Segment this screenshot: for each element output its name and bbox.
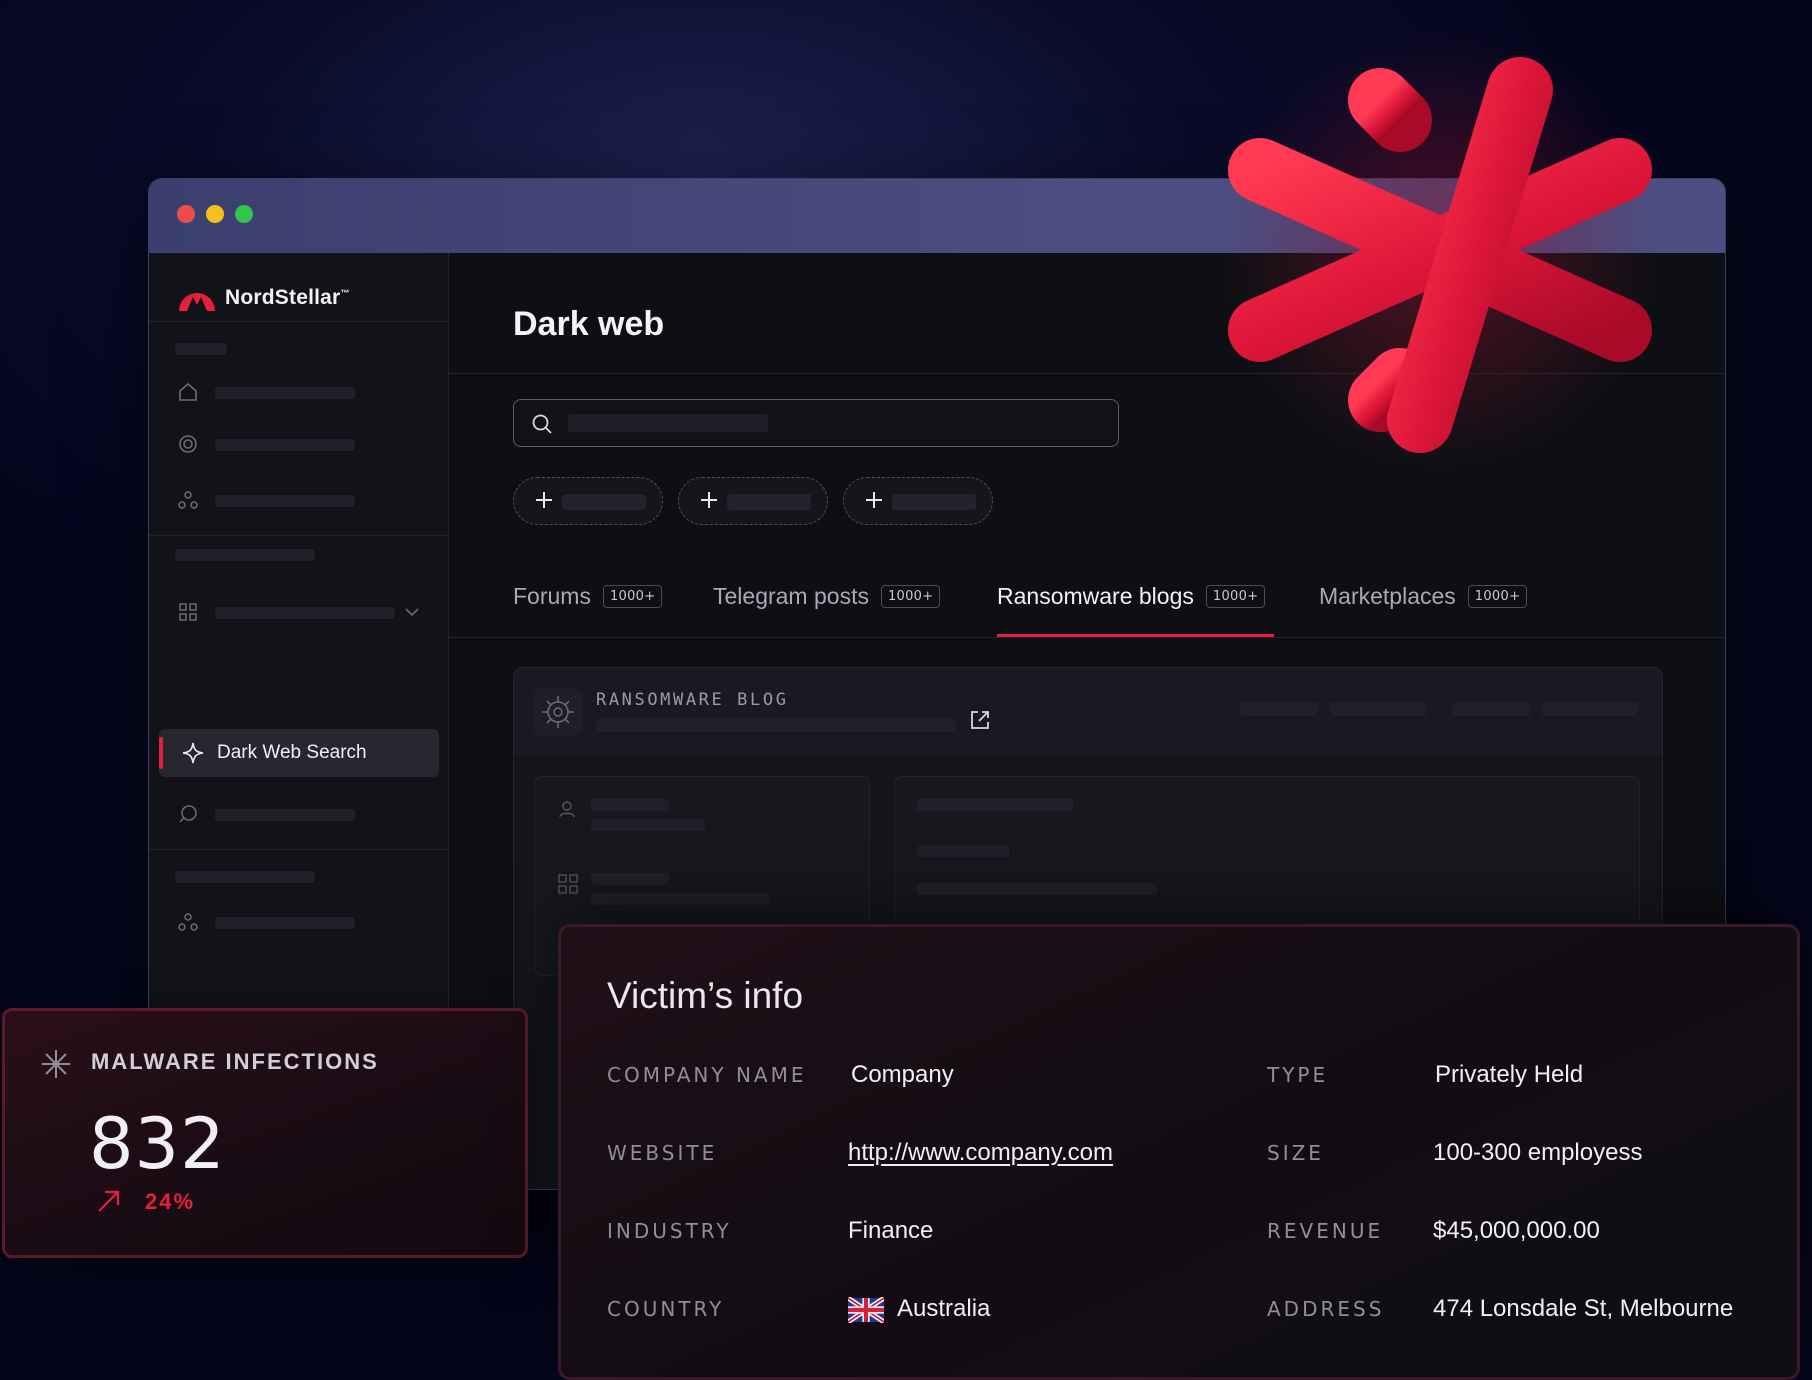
virus-icon xyxy=(534,688,582,736)
chip-placeholder xyxy=(562,494,646,510)
meta-placeholder xyxy=(1330,702,1426,716)
sidebar-section-placeholder xyxy=(175,343,227,355)
search-icon xyxy=(532,414,552,434)
card-header: RANSOMWARE BLOG xyxy=(514,668,1662,756)
website-link[interactable]: http://www.company.com xyxy=(848,1139,1113,1167)
chip-placeholder xyxy=(892,494,976,510)
union-jack-flag-icon xyxy=(848,1297,884,1323)
page-title: Dark web xyxy=(513,305,665,343)
blog-url-placeholder xyxy=(596,718,956,732)
text-placeholder xyxy=(591,893,769,905)
brand-name: NordStellar™ xyxy=(225,286,350,309)
nodes-icon xyxy=(178,491,198,509)
industry-value: Finance xyxy=(848,1217,934,1244)
text-placeholder xyxy=(591,873,669,885)
plus-icon xyxy=(866,492,882,508)
user-icon xyxy=(559,801,575,818)
search-placeholder xyxy=(568,414,768,432)
sidebar-item-placeholder[interactable] xyxy=(215,495,355,507)
address-label: ADDRESS xyxy=(1267,1297,1385,1321)
card-title: MALWARE INFECTIONS xyxy=(91,1049,379,1074)
search-chat-icon xyxy=(179,805,197,823)
brand-logo[interactable]: NordStellar™ xyxy=(177,281,350,315)
count-badge: 1000+ xyxy=(1205,585,1266,608)
nordstellar-logo-icon xyxy=(179,293,215,311)
tab-label: Telegram posts xyxy=(713,583,869,609)
tabs-divider xyxy=(449,637,1725,638)
plus-icon xyxy=(701,492,717,508)
grid-icon xyxy=(179,603,197,621)
change-percent: 24% xyxy=(145,1189,196,1214)
external-link-icon[interactable] xyxy=(968,708,992,732)
industry-label: INDUSTRY xyxy=(607,1219,732,1243)
sparkle-icon xyxy=(182,742,204,764)
type-value: Privately Held xyxy=(1435,1061,1584,1088)
country-value: Australia xyxy=(897,1295,991,1322)
count-badge: 1000+ xyxy=(1467,585,1528,608)
meta-placeholder xyxy=(1240,702,1318,716)
tab-telegram-posts[interactable]: Telegram posts 1000+ xyxy=(713,583,941,610)
tab-forums[interactable]: Forums 1000+ xyxy=(513,583,663,610)
infection-count: 832 xyxy=(89,1103,226,1185)
website-label: WEBSITE xyxy=(607,1141,718,1165)
card-title: Victim’s info xyxy=(607,975,804,1016)
target-icon xyxy=(179,435,197,453)
count-badge: 1000+ xyxy=(880,585,941,608)
card-type-label: RANSOMWARE BLOG xyxy=(596,690,789,710)
sidebar-item-placeholder[interactable] xyxy=(215,387,355,399)
count-badge: 1000+ xyxy=(602,585,663,608)
add-filter-chip[interactable] xyxy=(843,477,993,525)
add-filter-chip[interactable] xyxy=(678,477,828,525)
text-placeholder xyxy=(917,883,1157,895)
sidebar-divider xyxy=(149,321,448,322)
search-input[interactable] xyxy=(513,399,1119,447)
malware-infections-card: MALWARE INFECTIONS 832 24% xyxy=(2,1008,528,1258)
country-label: COUNTRY xyxy=(607,1297,725,1321)
address-value: 474 Lonsdale St, Melbourne xyxy=(1433,1295,1734,1322)
victim-info-card: Victim’s info COMPANY NAME Company TYPE … xyxy=(558,924,1800,1380)
tab-ransomware-blogs[interactable]: Ransomware blogs 1000+ xyxy=(997,583,1266,610)
sidebar-item-label: Dark Web Search xyxy=(217,742,367,763)
plus-icon xyxy=(536,492,552,508)
sidebar-divider xyxy=(149,535,448,536)
meta-placeholder xyxy=(1452,702,1530,716)
sidebar-item-placeholder[interactable] xyxy=(215,439,355,451)
revenue-label: REVENUE xyxy=(1267,1219,1384,1243)
close-window-button[interactable] xyxy=(177,205,195,223)
header-divider xyxy=(449,373,1725,374)
trend-up-arrow-icon xyxy=(98,1190,120,1212)
maximize-window-button[interactable] xyxy=(235,205,253,223)
title-bar xyxy=(149,179,1725,253)
add-filter-chip[interactable] xyxy=(513,477,663,525)
tab-label: Marketplaces xyxy=(1319,583,1456,609)
sidebar-item-placeholder[interactable] xyxy=(215,917,355,929)
tab-marketplaces[interactable]: Marketplaces 1000+ xyxy=(1319,583,1528,610)
text-placeholder xyxy=(917,799,1073,811)
chevron-down-icon[interactable] xyxy=(403,603,421,621)
asterisk-icon xyxy=(42,1050,70,1078)
chip-placeholder xyxy=(727,494,811,510)
text-placeholder xyxy=(591,819,705,831)
home-icon xyxy=(179,382,197,401)
company-name-label: COMPANY NAME xyxy=(607,1063,807,1087)
text-placeholder xyxy=(591,799,669,811)
nodes-icon xyxy=(178,913,198,931)
sidebar-divider xyxy=(149,849,448,850)
size-value: 100-300 employess xyxy=(1433,1139,1643,1166)
minimize-window-button[interactable] xyxy=(206,205,224,223)
sidebar-item-dark-web-search[interactable]: Dark Web Search xyxy=(159,729,439,777)
revenue-value: $45,000,000.00 xyxy=(1433,1217,1600,1244)
sidebar-section-placeholder xyxy=(175,549,315,561)
sidebar-item-placeholder[interactable] xyxy=(215,607,395,619)
type-label: TYPE xyxy=(1267,1063,1329,1087)
tab-label: Forums xyxy=(513,583,591,609)
sidebar-item-placeholder[interactable] xyxy=(215,809,355,821)
tab-label: Ransomware blogs xyxy=(997,583,1194,609)
company-name-value: Company xyxy=(851,1061,954,1088)
group-icon xyxy=(558,874,578,894)
text-placeholder xyxy=(917,845,1009,857)
meta-placeholder xyxy=(1542,702,1638,716)
size-label: SIZE xyxy=(1267,1141,1324,1165)
sidebar-section-placeholder xyxy=(175,871,315,883)
